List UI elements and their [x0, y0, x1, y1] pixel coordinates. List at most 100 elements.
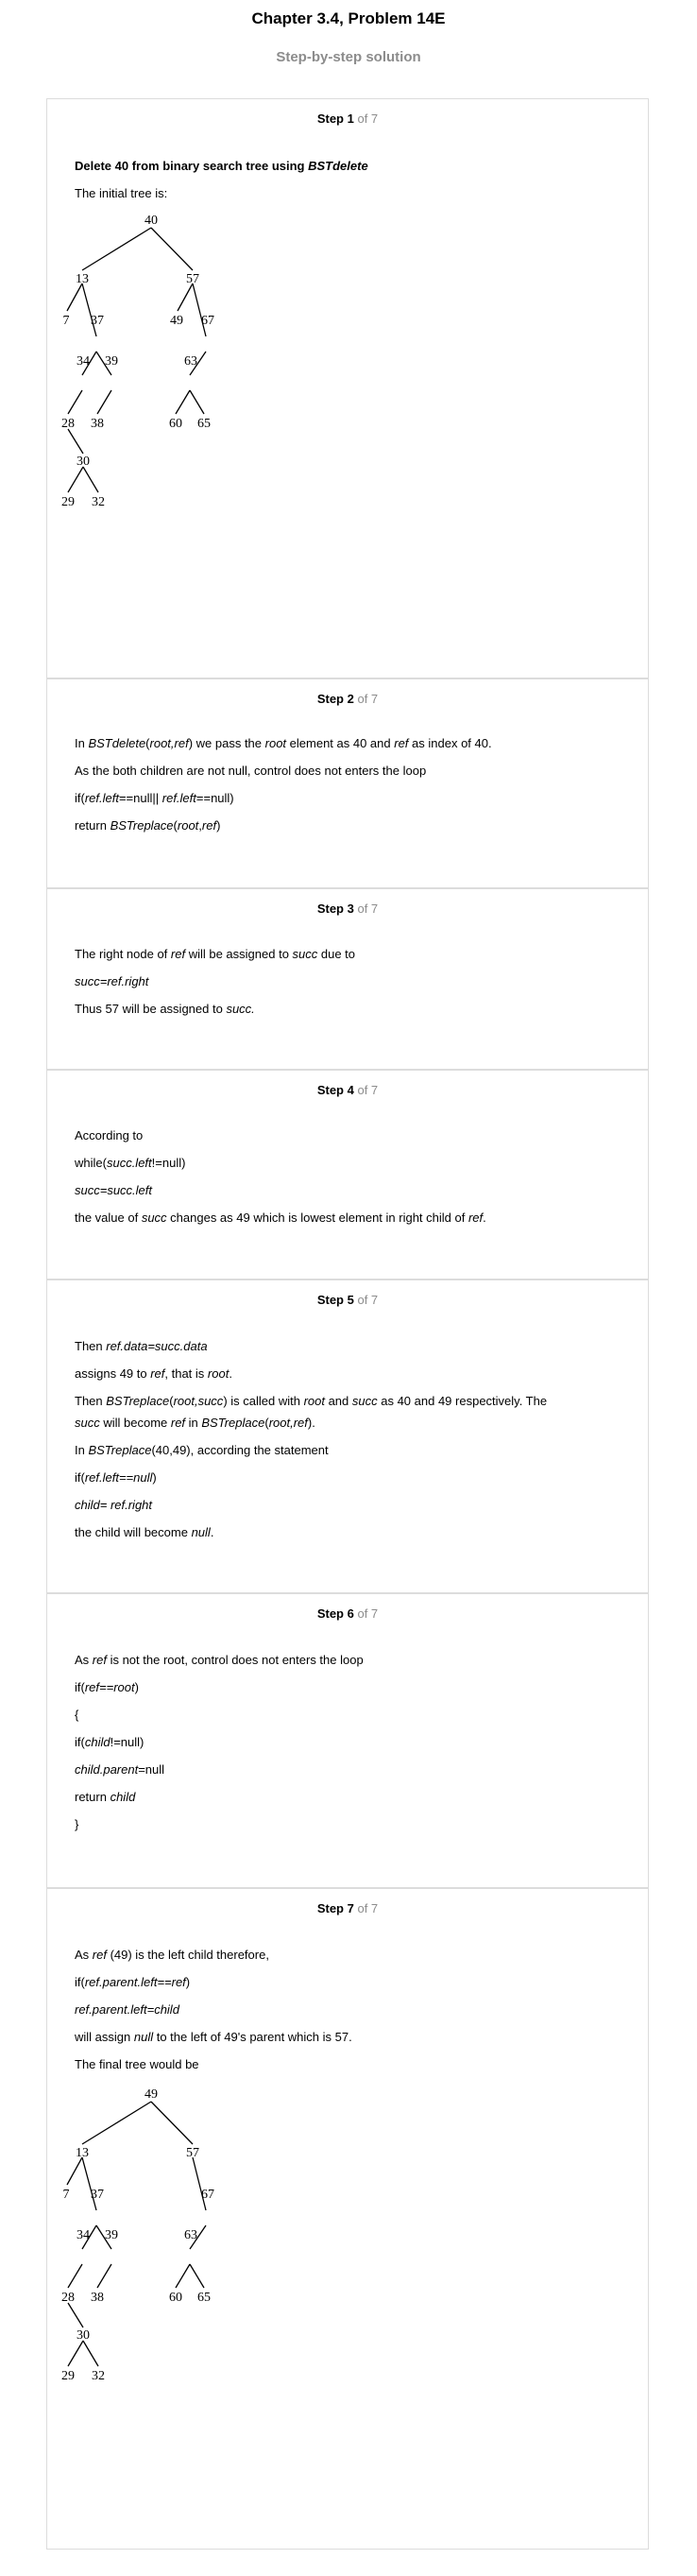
text-segment: ) we pass the [188, 736, 265, 750]
tree-node: 67 [201, 2188, 214, 2202]
text-segment: . [229, 1366, 232, 1381]
step-text-line: { [75, 1708, 78, 1722]
text-segment: As [75, 1948, 93, 1962]
text-segment: succ [292, 947, 318, 961]
step-header: Step 4 of 7 [47, 1083, 648, 1097]
text-segment: ref [150, 1366, 165, 1381]
step-text-line: the child will become null. [75, 1525, 213, 1539]
tree-node: 30 [76, 455, 90, 469]
step-header: Step 5 of 7 [47, 1293, 648, 1307]
text-segment: ref.left [84, 791, 119, 805]
step-text-line: the value of succ changes as 49 which is… [75, 1211, 486, 1225]
step-text-line: According to [75, 1128, 143, 1142]
text-segment: ref [394, 736, 409, 750]
text-segment: child [84, 1735, 110, 1749]
tree-node: 32 [92, 2369, 105, 2383]
text-segment: Then [75, 1339, 107, 1353]
text-segment: ) [216, 818, 221, 833]
text-segment: is not the root, control does not enters… [106, 1653, 364, 1667]
text-segment: According to [75, 1128, 144, 1142]
step-label: Step 6 [316, 1606, 354, 1621]
text-segment: and [324, 1394, 352, 1408]
step-count: of 7 [357, 902, 379, 916]
step-text-line: } [75, 1817, 78, 1831]
text-segment: succ=succ.left [75, 1183, 153, 1197]
solution-subtitle: Step-by-step solution [276, 49, 421, 65]
tree-node: 29 [61, 2369, 75, 2383]
text-segment: ref.parent.left==ref [84, 1975, 186, 1989]
step-text-line: will assign null to the left of 49's par… [75, 2030, 352, 2044]
text-segment: root,succ [173, 1394, 224, 1408]
text-segment: will be assigned to [185, 947, 293, 961]
tree-node: 40 [144, 214, 158, 228]
step-text-line: The right node of ref will be assigned t… [75, 947, 355, 961]
step-header: Step 2 of 7 [47, 692, 648, 706]
text-segment: succ=ref.right [75, 974, 149, 988]
step-text-line: Thus 57 will be assigned to succ. [75, 1002, 255, 1016]
text-segment: The right node of [75, 947, 171, 961]
text-segment: as 40 and 49 respectively. The [377, 1394, 548, 1408]
step-card-3: Step 3 of 7 The right node of ref will b… [46, 888, 649, 1070]
tree-node: 29 [61, 495, 75, 509]
text-segment: element as 40 and [286, 736, 395, 750]
text-segment: if( [75, 1470, 85, 1485]
text-segment: ). [307, 1416, 315, 1430]
step-text-line: if(ref.parent.left==ref) [75, 1975, 190, 1989]
text-segment: will become [99, 1416, 171, 1430]
initial-tree-diagram: 40 13 57 7 37 49 67 34 39 63 28 38 60 65… [61, 214, 214, 509]
text-segment: In [75, 1443, 89, 1457]
text-segment: BSTreplace [88, 1443, 152, 1457]
text-segment: due to [317, 947, 356, 961]
text-segment: !=null) [151, 1156, 186, 1170]
text-segment: child.parent [75, 1762, 139, 1777]
text-segment: BSTreplace [106, 1394, 170, 1408]
step-label: Step 2 [316, 692, 354, 706]
step-card-5: Step 5 of 7 Then ref.data=succ.data assi… [46, 1279, 649, 1593]
text-segment: the child will become [75, 1525, 192, 1539]
text-segment: . [210, 1525, 214, 1539]
step-text-line: Delete 40 from binary search tree using … [75, 159, 368, 173]
tree-node: 28 [61, 2291, 75, 2305]
step-text-line: As ref (49) is the left child therefore, [75, 1948, 269, 1962]
tree-node: 13 [76, 272, 89, 286]
step-count: of 7 [357, 1083, 379, 1097]
text-segment: BSTdelete [308, 159, 368, 173]
step-text-line: Then ref.data=succ.data [75, 1339, 208, 1353]
step-header: Step 6 of 7 [47, 1606, 648, 1621]
text-segment: return [75, 1790, 110, 1804]
step-text-line: if(ref==root) [75, 1680, 139, 1694]
step-label: Step 5 [316, 1293, 354, 1307]
step-label: Step 4 [316, 1083, 354, 1097]
step-header: Step 3 of 7 [47, 902, 648, 916]
step-text-line: As the both children are not null, contr… [75, 764, 426, 778]
text-segment: as index of 40. [408, 736, 492, 750]
step-count: of 7 [357, 1293, 379, 1307]
text-segment: !=null) [110, 1735, 144, 1749]
text-segment: Then [75, 1394, 107, 1408]
text-segment: child [110, 1790, 136, 1804]
tree-node: 39 [105, 2228, 118, 2242]
text-segment: ) [134, 1680, 139, 1694]
step-text-line: while(succ.left!=null) [75, 1156, 185, 1170]
text-segment: BSTreplace [201, 1416, 265, 1430]
tree-node: 13 [76, 2146, 89, 2160]
step-label: Step 3 [316, 902, 354, 916]
text-segment: root [303, 1394, 325, 1408]
text-segment: As the both children are not null, contr… [75, 764, 427, 778]
text-segment: root,ref [268, 1416, 308, 1430]
tree-node: 63 [184, 2228, 197, 2242]
step-text-line: The final tree would be [75, 2057, 199, 2071]
step-text-line: child= ref.right [75, 1498, 152, 1512]
tree-node: 60 [169, 2291, 182, 2305]
tree-node: 57 [186, 272, 199, 286]
text-segment: root [177, 818, 199, 833]
text-segment: ref [170, 947, 186, 961]
text-segment: root [207, 1366, 230, 1381]
step-text-line: succ=succ.left [75, 1183, 152, 1197]
text-segment: ) [185, 1975, 191, 1989]
step-text-line: The initial tree is: [75, 186, 167, 200]
text-segment: return [75, 818, 110, 833]
tree-node: 49 [144, 2087, 158, 2102]
tree-node: 28 [61, 417, 75, 431]
step-card-1: Step 1 of 7 Delete 40 from binary search… [46, 98, 649, 678]
